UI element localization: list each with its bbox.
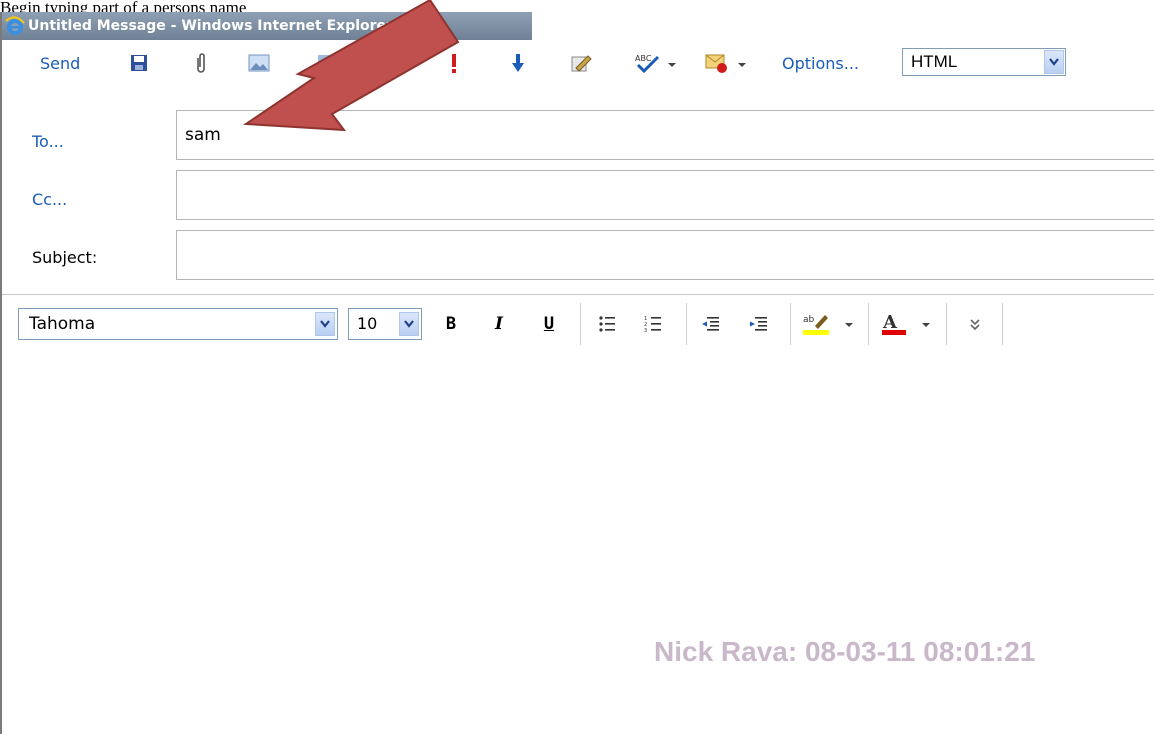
chevron-down-icon[interactable] — [1044, 50, 1064, 74]
font-color-icon[interactable]: A — [876, 309, 936, 339]
message-format-value: HTML — [911, 52, 958, 71]
watermark-text: Nick Rava: 08-03-11 08:01:21 — [654, 636, 1036, 667]
message-body[interactable] — [2, 353, 1154, 734]
options-button[interactable]: Options... — [782, 50, 859, 76]
send-button[interactable]: Send — [40, 50, 80, 76]
font-name-select[interactable]: Tahoma — [18, 308, 338, 340]
font-name-value: Tahoma — [29, 314, 96, 334]
bullet-list-icon[interactable] — [594, 309, 620, 339]
to-button[interactable]: To... — [32, 132, 64, 151]
svg-text:ab: ab — [803, 315, 815, 325]
subject-label: Subject: — [32, 248, 98, 267]
more-options-icon[interactable] — [964, 309, 986, 339]
italic-button[interactable]: I — [486, 309, 512, 339]
title-bar: Untitled Message - Windows Internet Expl… — [2, 12, 532, 40]
attach-icon[interactable] — [190, 50, 212, 76]
highlight-color-icon[interactable]: ab — [800, 309, 858, 339]
spell-check-icon[interactable]: ABC — [632, 50, 682, 76]
chevron-down-icon[interactable] — [399, 312, 419, 336]
main-toolbar: Send ABC Options... HTML — [2, 40, 1154, 84]
separator — [868, 303, 869, 345]
to-field[interactable]: sam — [176, 110, 1154, 160]
svg-text:ABC: ABC — [635, 54, 652, 63]
compose-window: Untitled Message - Windows Internet Expl… — [0, 12, 1154, 734]
separator — [686, 303, 687, 345]
window-title: Untitled Message - Windows Internet Expl… — [28, 18, 393, 34]
increase-indent-icon[interactable] — [746, 309, 772, 339]
font-size-select[interactable]: 10 — [348, 308, 422, 340]
separator — [1002, 303, 1003, 345]
bold-button[interactable]: B — [438, 309, 464, 339]
save-icon[interactable] — [126, 50, 152, 76]
decrease-indent-icon[interactable] — [698, 309, 724, 339]
chevron-down-icon[interactable] — [315, 312, 335, 336]
svg-text:A: A — [882, 312, 898, 333]
address-book-icon[interactable] — [314, 50, 336, 76]
flag-icon[interactable] — [702, 50, 752, 76]
numbered-list-icon[interactable]: 123 — [640, 309, 666, 339]
separator — [790, 303, 791, 345]
cc-field[interactable] — [176, 170, 1154, 220]
underline-button[interactable]: U — [536, 309, 562, 339]
internet-explorer-icon — [4, 15, 26, 37]
edit-icon[interactable] — [568, 50, 594, 76]
high-importance-icon[interactable] — [444, 50, 464, 76]
svg-text:3: 3 — [644, 328, 647, 333]
font-size-value: 10 — [357, 314, 378, 333]
separator — [580, 303, 581, 345]
message-format-select[interactable]: HTML — [902, 48, 1066, 76]
separator — [946, 303, 947, 345]
insert-image-icon[interactable] — [246, 50, 272, 76]
low-importance-icon[interactable] — [508, 50, 528, 76]
formatting-toolbar: Tahoma 10 B I U 123 ab A — [2, 294, 1154, 354]
cc-button[interactable]: Cc... — [32, 190, 67, 209]
subject-field[interactable] — [176, 230, 1154, 280]
